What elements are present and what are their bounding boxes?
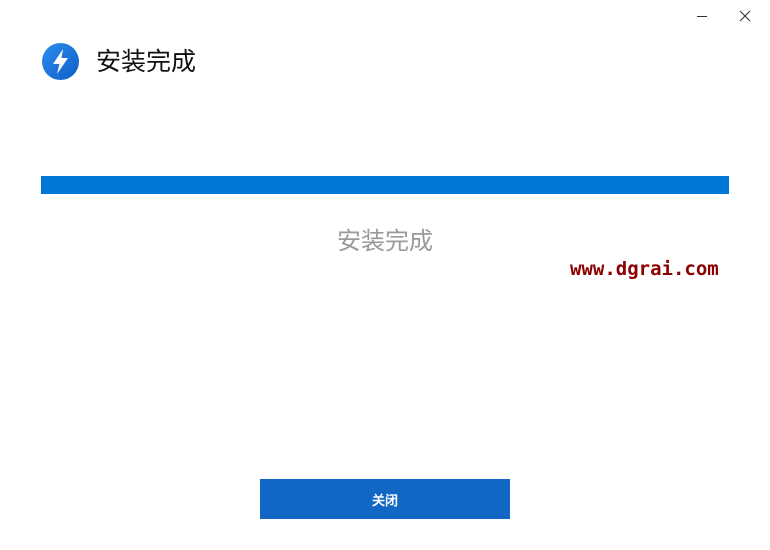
window-close-button[interactable] — [722, 0, 768, 32]
progress-fill — [41, 176, 729, 194]
minimize-icon — [697, 16, 707, 17]
installer-window: 安装完成 安装完成 www.dgrai.com 关闭 — [0, 0, 770, 550]
watermark-text: www.dgrai.com — [570, 258, 719, 280]
close-button[interactable]: 关闭 — [260, 479, 510, 519]
close-icon — [739, 10, 751, 22]
progress-bar — [41, 176, 729, 194]
page-title: 安装完成 — [96, 47, 197, 76]
minimize-button[interactable] — [679, 0, 725, 32]
status-text: 安装完成 — [337, 227, 433, 255]
lightning-bolt-icon — [42, 43, 79, 80]
